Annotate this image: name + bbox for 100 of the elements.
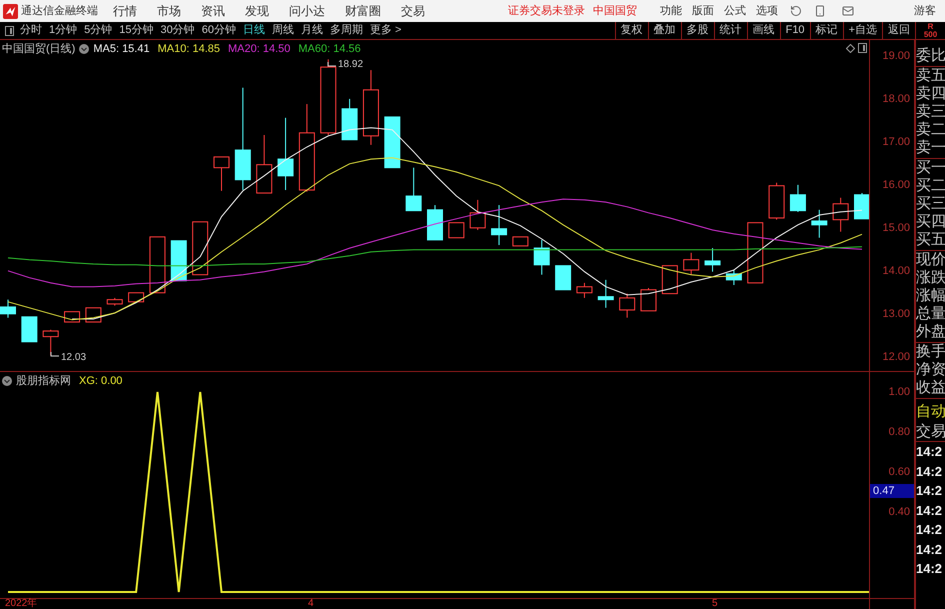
period-tab[interactable]: 月线 (301, 22, 323, 39)
user-label[interactable]: 游客 (914, 2, 936, 20)
period-tab[interactable]: 多周期 (330, 22, 363, 39)
level-badge: R 500 (915, 22, 945, 39)
quote-field-label: 买二 (916, 177, 945, 195)
candlestick (406, 167, 422, 212)
dropdown-icon[interactable] (2, 376, 12, 386)
candlestick (683, 252, 700, 276)
menu-item[interactable]: 行情 (113, 2, 137, 20)
candlestick (854, 192, 870, 220)
toolbar-button[interactable]: 多股 (680, 22, 714, 39)
candlestick (534, 239, 550, 276)
quote-field-label: 卖四 (916, 85, 945, 103)
date-label: 5 (712, 598, 718, 609)
candlestick (256, 134, 272, 194)
candlestick (811, 209, 828, 238)
candlestick (662, 265, 678, 294)
status-text: 中国国贸 (593, 4, 637, 19)
indicator-reading: XG: 0.00 (79, 374, 122, 389)
quote-field-label: 卖二 (916, 121, 945, 139)
indicator-title: 股朋指标网 (16, 374, 71, 389)
trade-time: 14:2 (916, 502, 944, 520)
panel-toggle-icon[interactable] (5, 26, 14, 36)
candlestick (149, 236, 166, 294)
candlestick (0, 299, 16, 318)
trade-time: 14:2 (916, 560, 944, 578)
date-label: 4 (308, 598, 314, 609)
quote-field-label: 卖一 (916, 139, 945, 157)
period-tab[interactable]: 周线 (272, 22, 294, 39)
candlestick (512, 236, 528, 246)
quote-field-label: 买四 (916, 213, 945, 231)
trade-time: 14:2 (916, 462, 944, 480)
candlestick (790, 184, 806, 212)
leader-line (328, 62, 336, 66)
moving-average-label: MA60: 14.56 (298, 42, 361, 57)
toolbar-button[interactable]: 复权 (614, 22, 648, 39)
refresh-icon[interactable] (790, 5, 802, 17)
more-button[interactable]: 更多 > (370, 22, 402, 39)
candlestick (555, 265, 572, 290)
dropdown-icon[interactable] (79, 44, 90, 54)
quote-field-label: 涨幅 (916, 287, 945, 305)
moving-average-label: MA20: 14.50 (228, 42, 290, 57)
period-tab[interactable]: 15分钟 (119, 22, 154, 39)
candlestick (726, 269, 742, 286)
period-tab[interactable]: 日线 (243, 22, 265, 39)
toolbar-button[interactable]: 标记 (810, 22, 843, 39)
price-tick-label: 19.00 (882, 50, 910, 62)
menu-item[interactable]: 发现 (245, 2, 269, 20)
price-tick-label: 18.00 (882, 92, 910, 105)
candlestick (106, 297, 123, 306)
toolbar-button[interactable]: 统计 (714, 22, 747, 39)
candlestick (214, 156, 230, 192)
toolbar-button[interactable]: 画线 (746, 22, 780, 39)
menu-item[interactable]: 交易 (401, 2, 425, 20)
period-tab[interactable]: 30分钟 (160, 22, 195, 39)
cursor-value-label: 0.47 (870, 484, 914, 498)
high-price-label: 18.92 (338, 58, 364, 72)
period-tab[interactable]: 1分钟 (49, 22, 78, 39)
price-tick-label: 13.00 (882, 308, 910, 320)
period-tab[interactable]: 5分钟 (84, 22, 112, 39)
price-tick-label: 12.00 (882, 350, 910, 363)
toolbar-button[interactable]: F10 (780, 22, 810, 39)
menu-item[interactable]: 公式 (724, 2, 746, 20)
price-tick-label: 15.00 (882, 222, 910, 234)
price-tick-label: 17.00 (882, 136, 910, 148)
indicator-tick-label: 0.40 (888, 506, 910, 518)
menu-item[interactable]: 资讯 (201, 2, 225, 20)
candlestick (598, 279, 614, 308)
candlestick (768, 182, 785, 220)
menu-item[interactable]: 问小达 (289, 2, 325, 20)
menu-item[interactable]: 财富圈 (345, 2, 381, 20)
menu-item[interactable]: 选项 (756, 2, 778, 20)
phone-icon[interactable] (814, 5, 826, 17)
menu-item[interactable]: 功能 (660, 2, 682, 20)
date-label: 2022年 (5, 598, 38, 609)
candlestick (470, 199, 486, 230)
status-text: 证券交易未登录 (508, 4, 585, 19)
menu-item[interactable]: 市场 (157, 2, 181, 20)
trade-time: 14:2 (916, 443, 944, 461)
mail-icon[interactable] (842, 5, 854, 17)
quote-field-label: 委比 (916, 47, 945, 65)
toolbar-button[interactable]: 叠加 (648, 22, 681, 39)
period-tab[interactable]: 分时 (20, 22, 42, 39)
price-tick-label: 14.00 (882, 264, 910, 277)
leader-line (50, 352, 60, 356)
candlestick (576, 282, 592, 298)
quote-field-label: 买一 (916, 159, 945, 177)
app-logo-icon (3, 4, 18, 18)
trade-time: 14:2 (916, 521, 944, 539)
diamond-icon[interactable] (846, 44, 855, 53)
quote-field-label: 买三 (916, 195, 945, 213)
candlestick (128, 292, 144, 302)
period-tab[interactable]: 60分钟 (202, 22, 236, 39)
menu-item[interactable]: 版面 (692, 2, 714, 20)
auto-label[interactable]: 自动 (916, 403, 945, 421)
panel-toggle-icon[interactable] (858, 43, 867, 53)
toolbar-button[interactable]: +自选 (842, 22, 882, 39)
toolbar-button[interactable]: 返回 (882, 22, 915, 39)
candlestick (704, 248, 721, 272)
indicator-tick-label: 0.80 (888, 426, 910, 438)
